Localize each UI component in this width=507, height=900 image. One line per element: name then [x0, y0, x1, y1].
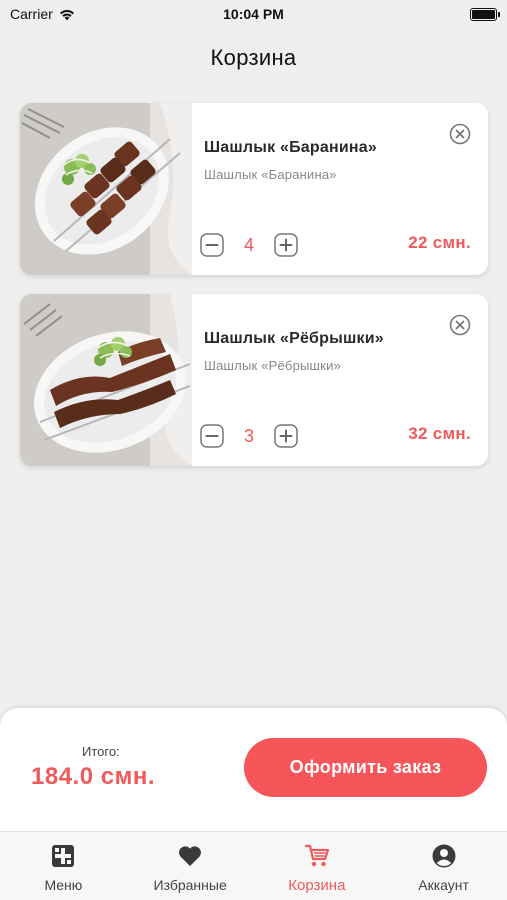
menu-grid-icon [52, 845, 75, 867]
item-price: 32 смн. [408, 424, 471, 443]
tab-menu[interactable]: Меню [0, 832, 127, 900]
cart-list: Шашлык «Баранина» Шашлык «Баранина» 4 22… [20, 103, 488, 485]
checkout-panel: Итого: 184.0 смн. Оформить заказ [0, 708, 507, 831]
place-order-button[interactable]: Оформить заказ [244, 738, 487, 797]
tab-bar: Меню Избранные Корзина Аккаунт [0, 831, 507, 900]
quantity-value: 3 [243, 425, 254, 446]
quantity-stepper: 3 [200, 424, 298, 448]
product-image [20, 294, 192, 466]
item-subtitle: Шашлык «Баранина» [204, 167, 337, 182]
tab-label: Меню [44, 877, 83, 893]
tab-label: Аккаунт [418, 877, 469, 893]
carrier-label: Carrier [10, 6, 53, 22]
tab-account[interactable]: Аккаунт [380, 832, 507, 900]
remove-item-icon[interactable] [449, 314, 471, 336]
item-name: Шашлык «Рёбрышки» [204, 330, 384, 347]
status-bar: Carrier 10:04 PM [0, 0, 507, 28]
account-icon [432, 844, 456, 868]
page-title: Корзина [210, 45, 297, 70]
remove-item-icon[interactable] [449, 123, 471, 145]
tab-label: Корзина [288, 877, 346, 894]
heart-icon [179, 846, 202, 866]
increase-quantity-button[interactable] [274, 233, 298, 257]
increase-quantity-button[interactable] [274, 424, 298, 448]
cart-item[interactable]: Шашлык «Баранина» Шашлык «Баранина» 4 22… [20, 103, 488, 275]
product-image [20, 103, 192, 275]
cart-item[interactable]: Шашлык «Рёбрышки» Шашлык «Рёбрышки» 3 32… [20, 294, 488, 466]
battery-icon [470, 7, 500, 21]
wifi-icon [59, 9, 74, 20]
item-price: 22 смн. [408, 233, 471, 252]
total-value: 184.0 смн. [31, 763, 155, 790]
tab-label: Избранные [153, 877, 227, 893]
item-subtitle: Шашлык «Рёбрышки» [204, 358, 341, 373]
item-body: Шашлык «Рёбрышки» Шашлык «Рёбрышки» 3 32… [192, 294, 488, 466]
quantity-value: 4 [243, 234, 254, 255]
decrease-quantity-button[interactable] [200, 424, 224, 448]
tab-favorites[interactable]: Избранные [127, 832, 254, 900]
status-left: Carrier [10, 6, 76, 22]
item-name: Шашлык «Баранина» [204, 139, 377, 156]
status-time: 10:04 PM [223, 6, 284, 22]
item-body: Шашлык «Баранина» Шашлык «Баранина» 4 22… [192, 103, 488, 275]
decrease-quantity-button[interactable] [200, 233, 224, 257]
total-label: Итого: [82, 744, 120, 759]
quantity-stepper: 4 [200, 233, 298, 257]
tab-cart[interactable]: Корзина [254, 832, 381, 900]
cart-icon [304, 844, 329, 867]
